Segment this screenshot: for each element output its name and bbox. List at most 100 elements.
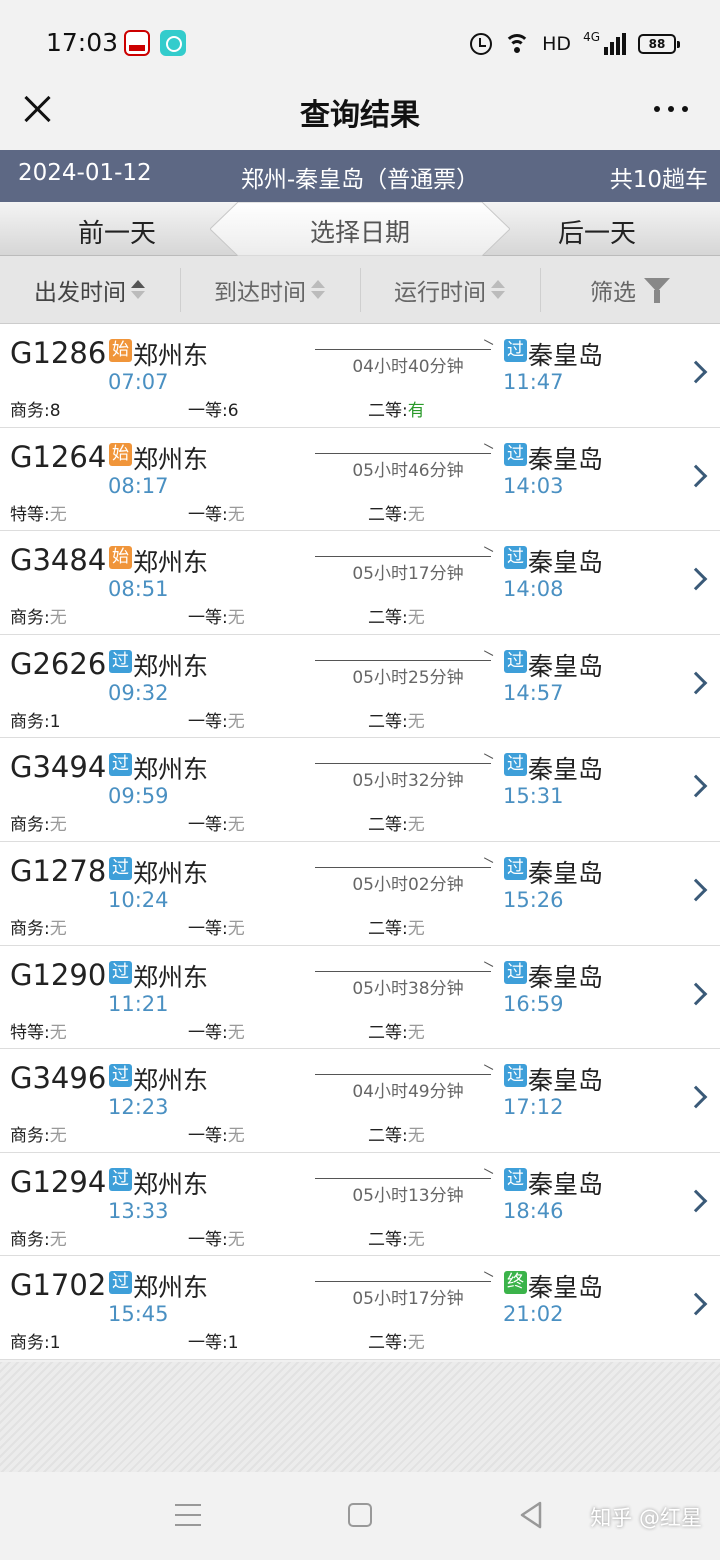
seat-label: 商务:	[10, 711, 50, 732]
chevron-right-icon[interactable]	[684, 878, 708, 902]
arrival-time: 11:47	[503, 370, 564, 394]
seat-class-1: 商务:1	[10, 1328, 61, 1353]
seat-availability: 6	[227, 401, 239, 421]
train-row[interactable]: G2626 过 郑州东 09:32 05小时25分钟 过 秦皇岛 14:57 商…	[0, 634, 720, 739]
origin-badge: 过	[109, 753, 132, 777]
origin-station: 郑州东	[133, 1066, 209, 1096]
train-list: G1286 始 郑州东 07:07 04小时40分钟 过 秦皇岛 11:47 商…	[0, 324, 720, 1360]
train-number: G1264	[10, 439, 107, 474]
next-day-button[interactable]: 后一天	[558, 213, 636, 250]
query-info-bar: 2024-01-12 郑州-秦皇岛（普通票） 共10趟车	[0, 150, 720, 202]
arrival-time: 15:26	[503, 887, 564, 912]
seat-class-1: 商务:1	[10, 707, 61, 732]
seat-availability: 1	[49, 711, 61, 732]
chevron-right-icon[interactable]	[684, 671, 708, 695]
seat-label: 二等:	[368, 608, 408, 629]
origin-station: 郑州东	[133, 1169, 209, 1199]
train-number: G3484	[10, 543, 107, 578]
network-label: HD	[542, 33, 572, 55]
seat-label: 二等:	[368, 815, 408, 836]
seat-availability: 1	[49, 1333, 61, 1354]
alarm-icon	[470, 33, 493, 55]
seat-class-2: 一等:无	[188, 810, 245, 835]
seat-class-1: 特等:无	[10, 500, 67, 525]
duration-arrow	[315, 349, 491, 350]
chevron-right-icon[interactable]	[684, 1085, 708, 1109]
home-icon[interactable]	[348, 1503, 372, 1527]
train-row[interactable]: G3496 过 郑州东 12:23 04小时49分钟 过 秦皇岛 17:12 商…	[0, 1049, 720, 1153]
chevron-right-icon[interactable]	[684, 775, 708, 798]
origin-station: 郑州东	[133, 341, 209, 370]
seat-label: 一等:	[188, 1022, 228, 1043]
destination-badge: 过	[504, 339, 527, 362]
destination-station: 秦皇岛	[528, 962, 604, 992]
chevron-right-icon[interactable]	[684, 360, 708, 384]
train-row[interactable]: G1286 始 郑州东 07:07 04小时40分钟 过 秦皇岛 11:47 商…	[0, 324, 720, 428]
seat-class-1: 商务:8	[10, 396, 61, 421]
sort-arrival-label: 到达时间	[214, 280, 306, 306]
seat-label: 一等:	[188, 711, 228, 732]
menu-icon[interactable]	[175, 1504, 201, 1534]
sort-departure-button[interactable]: 出发时间	[0, 256, 180, 324]
seat-label: 商务:	[10, 1126, 50, 1147]
seat-availability: 无	[407, 918, 425, 939]
destination-station: 秦皇岛	[528, 651, 604, 681]
more-options-icon[interactable]	[654, 106, 688, 112]
duration-arrow	[315, 659, 491, 661]
destination-station: 秦皇岛	[528, 548, 604, 578]
destination-badge: 过	[504, 856, 527, 880]
sort-duration-button[interactable]: 运行时间	[360, 256, 540, 324]
select-date-button[interactable]: 选择日期	[210, 202, 510, 256]
seat-class-2: 一等:无	[188, 1018, 245, 1043]
duration-text: 05小时38分钟	[352, 978, 464, 999]
seat-class-1: 商务:无	[10, 1121, 67, 1146]
seat-label: 二等:	[368, 1126, 408, 1147]
sort-arrival-button[interactable]: 到达时间	[180, 256, 360, 324]
seat-availability: 无	[49, 1229, 67, 1250]
arrival-time: 15:31	[503, 784, 564, 809]
seat-class-2: 一等:无	[188, 603, 245, 628]
train-row[interactable]: G3494 过 郑州东 09:59 05小时32分钟 过 秦皇岛 15:31 商…	[0, 738, 720, 842]
prev-day-button[interactable]: 前一天	[78, 213, 156, 250]
select-date-label: 选择日期	[309, 218, 410, 247]
watermark: 知乎 @红星	[590, 1506, 702, 1530]
seat-availability: 无	[227, 1022, 245, 1043]
train-row[interactable]: G1294 过 郑州东 13:33 05小时13分钟 过 秦皇岛 18:46 商…	[0, 1152, 720, 1257]
duration-arrow	[315, 866, 491, 868]
train-row[interactable]: G1702 过 郑州东 15:45 05小时17分钟 终 秦皇岛 21:02 商…	[0, 1256, 720, 1360]
back-icon[interactable]	[518, 1500, 544, 1530]
origin-badge: 始	[109, 339, 132, 362]
seat-label: 特等:	[10, 504, 50, 525]
seat-availability: 无	[407, 711, 425, 732]
filter-button[interactable]: 筛选	[540, 256, 720, 324]
chevron-right-icon[interactable]	[684, 464, 708, 487]
train-number: G1290	[10, 957, 107, 992]
train-row[interactable]: G1290 过 郑州东 11:21 05小时38分钟 过 秦皇岛 16:59 特…	[0, 945, 720, 1050]
chevron-right-icon[interactable]	[684, 567, 708, 591]
chevron-right-icon[interactable]	[684, 1189, 708, 1213]
seat-label: 一等:	[188, 504, 228, 525]
duration-text: 05小时02分钟	[352, 874, 464, 895]
departure-time: 11:21	[108, 991, 169, 1016]
seat-label: 商务:	[10, 401, 50, 421]
train-row[interactable]: G3484 始 郑州东 08:51 05小时17分钟 过 秦皇岛 14:08 商…	[0, 531, 720, 635]
chevron-right-icon[interactable]	[684, 1293, 708, 1316]
seat-class-1: 商务:无	[10, 1225, 67, 1250]
chevron-right-icon[interactable]	[684, 982, 708, 1005]
train-count: 共10趟车	[609, 167, 708, 193]
destination-station: 秦皇岛	[528, 444, 604, 474]
seat-availability: 1	[227, 1333, 239, 1354]
train-row[interactable]: G1278 过 郑州东 10:24 05小时02分钟 过 秦皇岛 15:26 商…	[0, 841, 720, 946]
status-bar: 17:03 HD 4G 88	[0, 0, 720, 80]
seat-availability: 无	[49, 504, 67, 525]
origin-station: 郑州东	[133, 1273, 209, 1303]
chat-app-icon	[160, 30, 186, 56]
train-row[interactable]: G1264 始 郑州东 08:17 05小时46分钟 过 秦皇岛 14:03 特…	[0, 427, 720, 532]
destination-badge: 过	[504, 753, 527, 777]
list-footer	[0, 1362, 720, 1472]
arrival-time: 14:57	[503, 680, 564, 705]
seat-label: 特等:	[10, 1022, 50, 1043]
origin-badge: 始	[109, 546, 132, 570]
seat-availability: 无	[407, 504, 425, 525]
filter-label: 筛选	[590, 280, 636, 306]
